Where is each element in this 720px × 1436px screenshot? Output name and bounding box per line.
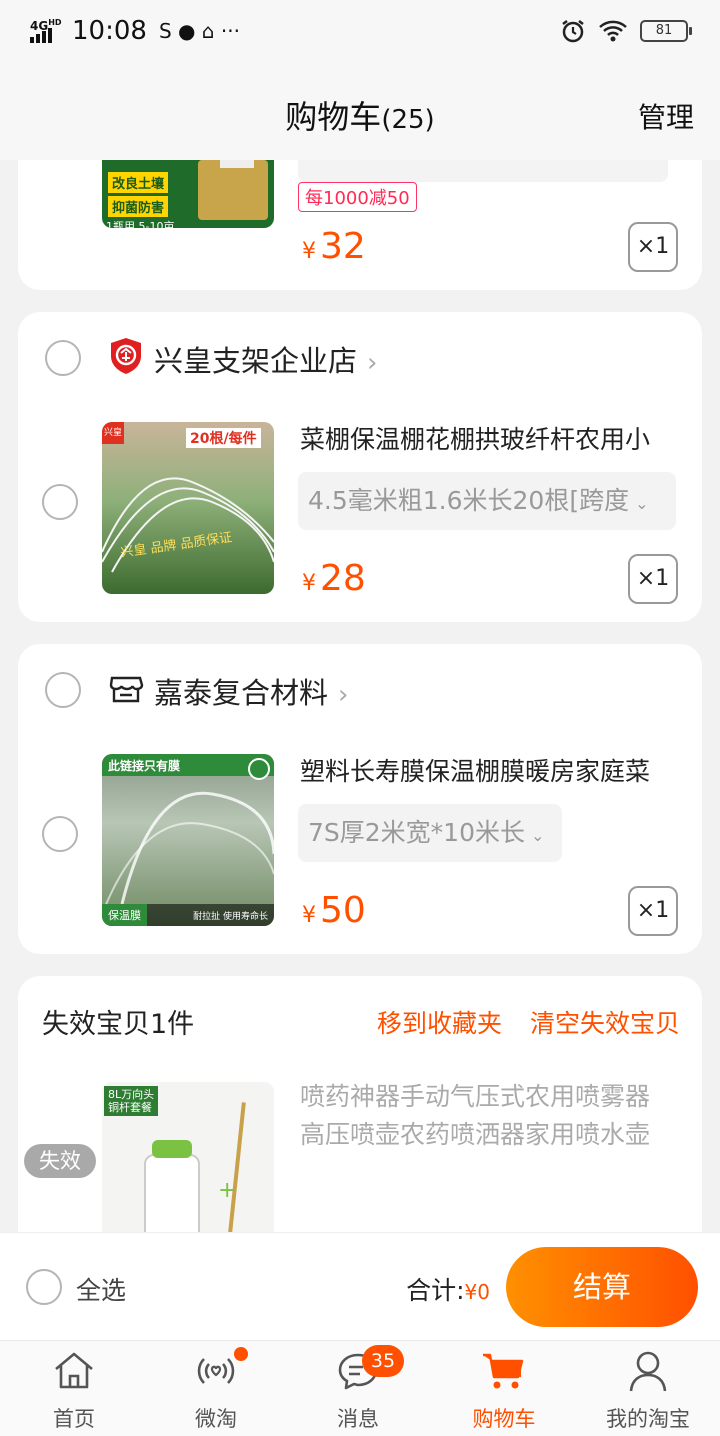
notification-icons: S ● ⌂ ··· — [158, 19, 240, 43]
quantity-button[interactable]: ×1 — [628, 222, 678, 272]
product-title[interactable]: 菜棚保温棚花棚拱玻纤杆农用小 — [300, 420, 680, 456]
tab-home[interactable]: 首页 — [2, 1341, 146, 1436]
item-price: ¥32 — [302, 226, 366, 267]
cart-icon — [483, 1353, 524, 1389]
page-header: 购物车(25) 管理 — [0, 66, 720, 160]
status-right: 81 — [560, 18, 692, 44]
shop-card: 嘉泰复合材料 › 此链接只有膜 保温膜 耐拉扯 使用寿命长 塑料长寿膜保温棚膜暖房… — [18, 644, 702, 954]
tab-my-taobao[interactable]: 我的淘宝 — [576, 1341, 720, 1436]
total-price: 合计:¥0 — [406, 1276, 490, 1305]
invalid-items-header: 失效宝贝1件 — [42, 1009, 195, 1040]
chevron-right-icon: › — [338, 680, 349, 710]
sku-selector[interactable] — [298, 160, 668, 182]
bottom-tab-bar: 首页 微淘 35 消息 购物车 我的淘宝 — [0, 1340, 720, 1436]
promo-tag: 每1000减50 — [298, 182, 417, 212]
product-thumbnail[interactable]: 兴皇 20根/每件 兴皇 品牌 品质保证 — [102, 422, 274, 594]
quantity-button[interactable]: ×1 — [628, 886, 678, 936]
invalid-product-title: 喷药神器手动气压式农用喷雾器 高压喷壶农药喷洒器家用喷水壶 — [300, 1082, 651, 1149]
item-select-radio[interactable] — [42, 484, 78, 520]
message-count-badge: 35 — [362, 1345, 404, 1377]
clear-invalid-button[interactable]: 清空失效宝贝 — [530, 1004, 680, 1040]
shop-select-radio[interactable] — [45, 672, 81, 708]
status-bar: 4GHD 10:08 S ● ⌂ ··· 81 — [0, 0, 720, 66]
shop-header[interactable]: 嘉泰复合材料 › — [18, 666, 702, 714]
shop-header[interactable]: 兴皇支架企业店 › — [18, 334, 702, 382]
broadcast-icon — [197, 1358, 235, 1384]
invalid-badge: 失效 — [24, 1144, 96, 1178]
checkout-button[interactable]: 结算 — [506, 1247, 698, 1327]
status-time: 10:08 — [72, 16, 147, 46]
wifi-icon — [599, 20, 627, 42]
chevron-down-icon: ⌄ — [531, 826, 545, 845]
person-icon — [629, 1351, 667, 1392]
invalid-items-card: 失效宝贝1件 移到收藏夹 清空失效宝贝 失效 8L万向头 铜杆套餐 + 喷药神器手… — [18, 976, 702, 1246]
product-thumbnail[interactable]: 改良土壤 抑菌防害 1瓶用 5-10亩 — [102, 160, 274, 228]
status-left: 4GHD 10:08 S ● ⌂ ··· — [30, 16, 240, 46]
notification-dot — [234, 1347, 248, 1361]
alarm-icon — [562, 20, 584, 43]
tab-messages[interactable]: 35 消息 — [286, 1341, 430, 1436]
cart-count: (25) — [381, 105, 435, 135]
move-to-favorites-button[interactable]: 移到收藏夹 — [377, 1004, 502, 1040]
select-all-radio[interactable] — [26, 1269, 62, 1305]
shop-card: 兴皇支架企业店 › 兴皇 20根/每件 兴皇 品牌 品质保证 菜棚保温棚花棚拱玻纤… — [18, 312, 702, 622]
sku-selector[interactable]: 7S厚2米宽*10米长 ⌄ — [298, 804, 562, 862]
chevron-right-icon: › — [367, 348, 378, 378]
product-title[interactable]: 塑料长寿膜保温棚膜暖房家庭菜 — [300, 752, 680, 788]
chevron-down-icon: ⌄ — [635, 494, 649, 513]
tab-weitao[interactable]: 微淘 — [144, 1341, 288, 1436]
shop-select-radio[interactable] — [45, 340, 81, 376]
manage-button[interactable]: 管理 — [638, 96, 694, 136]
tab-cart[interactable]: 购物车 — [432, 1341, 576, 1436]
item-select-radio[interactable] — [42, 816, 78, 852]
cart-item-card: 改良土壤 抑菌防害 1瓶用 5-10亩 每1000减50 ¥32 ×1 — [18, 160, 702, 290]
shop-name[interactable]: 嘉泰复合材料 › — [154, 670, 348, 712]
sku-selector[interactable]: 4.5毫米粗1.6米长20根[跨度 ⌄ — [298, 472, 676, 530]
signal-icon: 4GHD — [30, 17, 64, 45]
store-icon — [109, 676, 144, 703]
item-price: ¥28 — [302, 558, 366, 599]
item-price: ¥50 — [302, 890, 366, 931]
home-icon — [55, 1352, 93, 1389]
shop-name[interactable]: 兴皇支架企业店 › — [154, 338, 377, 380]
select-all-label[interactable]: 全选 — [76, 1271, 126, 1307]
checkout-bar: 全选 合计:¥0 结算 — [0, 1232, 720, 1340]
battery-icon: 81 — [640, 20, 692, 42]
page-title: 购物车(25) — [285, 98, 435, 136]
enterprise-shield-icon — [111, 338, 141, 374]
product-thumbnail[interactable]: 8L万向头 铜杆套餐 + — [102, 1082, 274, 1246]
product-thumbnail[interactable]: 此链接只有膜 保温膜 耐拉扯 使用寿命长 — [102, 754, 274, 926]
quantity-button[interactable]: ×1 — [628, 554, 678, 604]
